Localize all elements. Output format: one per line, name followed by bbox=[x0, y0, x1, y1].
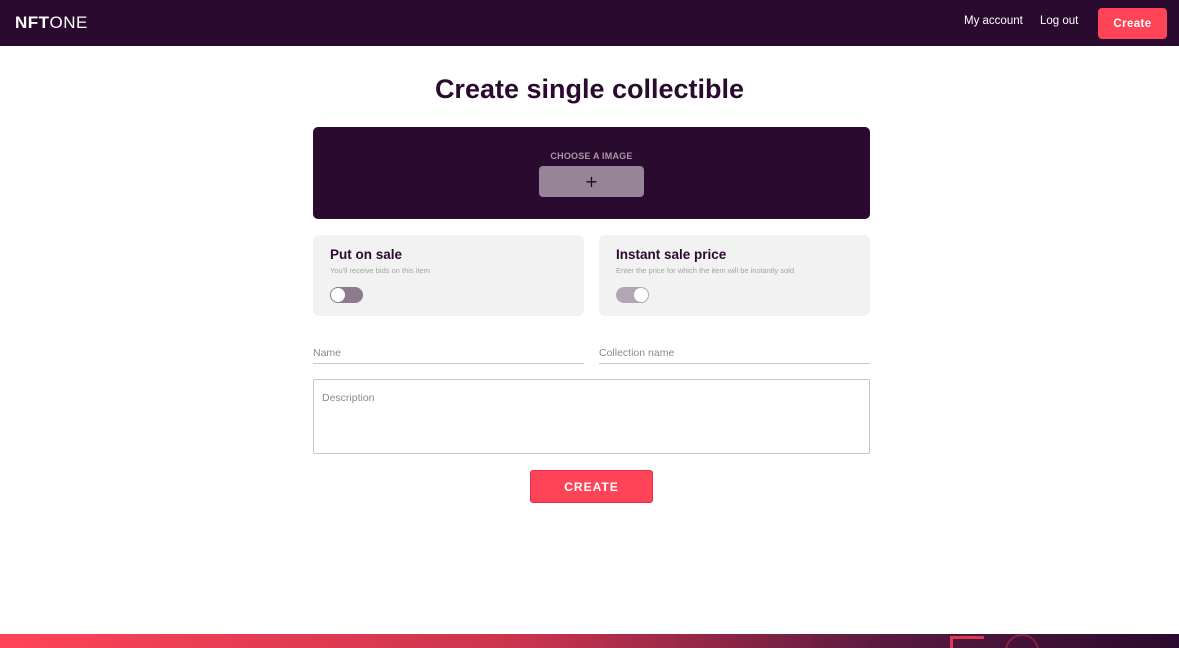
collection-name-input[interactable] bbox=[599, 342, 870, 364]
page-title: Create single collectible bbox=[434, 74, 745, 104]
put-on-sale-card: Put on sale You'll receive bids on this … bbox=[313, 235, 584, 316]
instant-sale-card: Instant sale price Enter the price for w… bbox=[599, 235, 870, 316]
logo-text-bold: NFT bbox=[15, 13, 50, 32]
instant-sale-subtitle: Enter the price for which the item will … bbox=[616, 266, 794, 275]
description-textarea[interactable] bbox=[313, 379, 870, 454]
plus-icon: + bbox=[584, 172, 599, 191]
toggle-knob bbox=[634, 288, 648, 302]
toggle-knob bbox=[331, 288, 345, 302]
instant-sale-title: Instant sale price bbox=[616, 247, 727, 262]
instant-sale-toggle[interactable] bbox=[616, 287, 649, 303]
put-on-sale-title: Put on sale bbox=[330, 247, 403, 262]
footer-gradient-bar bbox=[0, 634, 1179, 648]
put-on-sale-toggle[interactable] bbox=[330, 287, 363, 303]
create-submit-button[interactable]: CREATE bbox=[530, 470, 653, 503]
footer-globe-icon bbox=[1005, 634, 1039, 648]
header-create-button[interactable]: Create bbox=[1098, 8, 1167, 39]
upload-label: CHOOSE A IMAGE bbox=[550, 151, 633, 161]
nftone-logo[interactable]: NFTONE bbox=[15, 13, 88, 33]
image-upload-area[interactable]: CHOOSE A IMAGE + bbox=[313, 127, 870, 219]
put-on-sale-subtitle: You'll receive bids on this item bbox=[330, 266, 430, 275]
my-account-link[interactable]: My account bbox=[964, 15, 1023, 27]
logo-text-light: ONE bbox=[49, 13, 88, 32]
footer-logo-mark bbox=[950, 636, 984, 648]
add-image-button[interactable]: + bbox=[539, 166, 644, 197]
top-navbar: NFTONE My account Log out Create bbox=[0, 0, 1179, 46]
logout-link[interactable]: Log out bbox=[1040, 15, 1078, 27]
name-input[interactable] bbox=[313, 342, 584, 364]
